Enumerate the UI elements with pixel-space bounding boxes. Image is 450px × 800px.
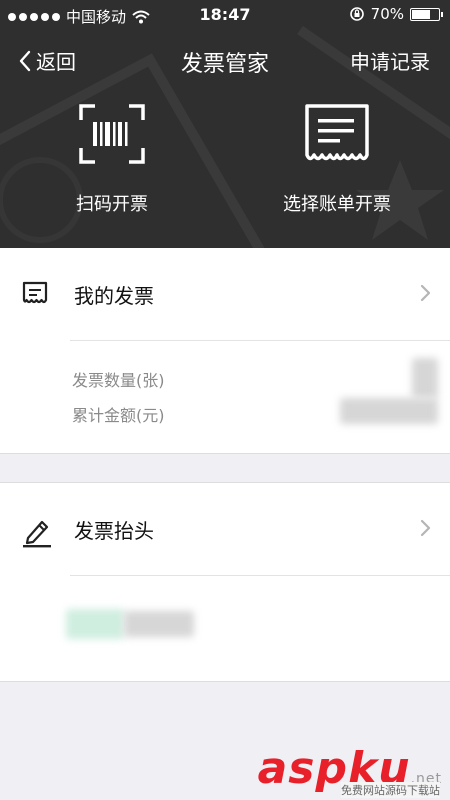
blurred-title-tag xyxy=(66,609,124,639)
divider xyxy=(70,340,450,341)
header-banner: 中国移动 18:47 70% 返回 发票管家 申请记录 扫码开票 选择账单开票 xyxy=(0,0,450,248)
chevron-right-icon xyxy=(420,284,431,302)
scan-invoice-button[interactable]: 扫码开票 xyxy=(12,100,212,216)
blurred-invoice-count xyxy=(412,358,438,398)
navigation-bar: 返回 发票管家 申请记录 xyxy=(0,38,450,82)
blurred-total-amount xyxy=(340,398,438,424)
invoice-list-icon xyxy=(22,281,48,304)
watermark-subtitle: 免费网站源码下载站 xyxy=(341,782,440,798)
invoice-count-label: 发票数量(张) xyxy=(72,371,165,390)
invoice-titles-card: 发票抬头 xyxy=(0,482,450,682)
status-bar: 中国移动 18:47 70% xyxy=(0,0,450,30)
pencil-edit-icon xyxy=(23,520,51,548)
receipt-icon xyxy=(305,104,369,161)
invoice-titles-label: 发票抬头 xyxy=(74,519,154,543)
application-history-button[interactable]: 申请记录 xyxy=(350,46,430,75)
rotation-lock-icon xyxy=(349,7,364,21)
scan-invoice-label: 扫码开票 xyxy=(76,194,148,215)
chevron-right-icon xyxy=(420,519,431,537)
divider xyxy=(70,575,450,576)
barcode-scan-icon xyxy=(79,104,145,164)
my-invoices-card: 我的发票 发票数量(张) 累计金额(元) xyxy=(0,248,450,454)
invoice-titles-row[interactable]: 发票抬头 xyxy=(0,483,450,575)
battery-percent: 70% xyxy=(370,5,404,23)
my-invoices-row[interactable]: 我的发票 xyxy=(0,248,450,340)
my-invoices-label: 我的发票 xyxy=(74,284,154,308)
select-bill-invoice-label: 选择账单开票 xyxy=(283,194,391,215)
blurred-title-name xyxy=(124,611,194,637)
select-bill-invoice-button[interactable]: 选择账单开票 xyxy=(237,100,437,216)
battery-icon xyxy=(410,7,443,21)
total-amount-label: 累计金额(元) xyxy=(72,406,165,425)
